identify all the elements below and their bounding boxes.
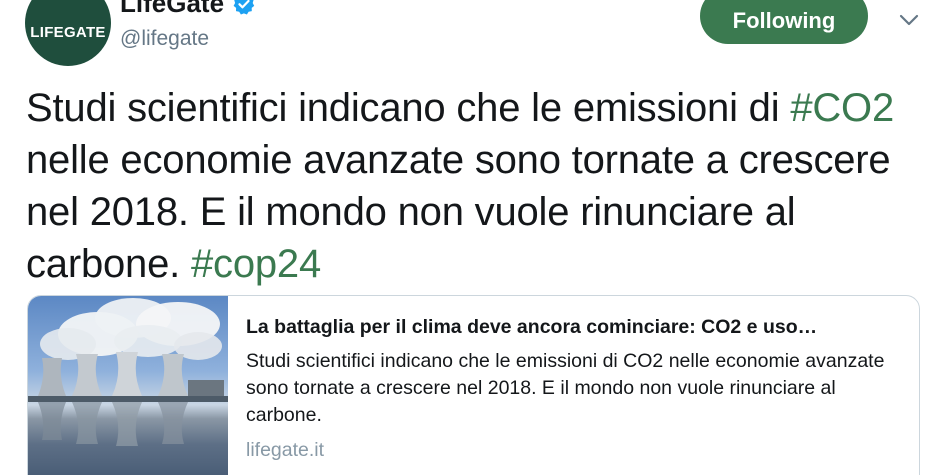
tweet-text-segment: nelle economie avanzate sono tornate a c… (26, 138, 891, 286)
display-name[interactable]: LifeGate (120, 0, 224, 19)
power-plant-cooling-towers-picture (28, 298, 228, 446)
tweet-text-segment: Studi scientifici indicano che le emissi… (26, 86, 791, 130)
following-button[interactable]: Following (700, 0, 868, 44)
tweet-container: LIFEGATE LifeGate @lifegate Following St… (0, 0, 950, 475)
tweet-text: Studi scientifici indicano che le emissi… (26, 82, 926, 290)
card-title: La battaglia per il clima deve ancora co… (246, 316, 818, 338)
author-name-row: LifeGate (120, 0, 256, 19)
chevron-down-icon[interactable] (898, 12, 920, 28)
hashtag-co2-link[interactable]: #CO2 (790, 86, 894, 130)
link-preview-card[interactable]: La battaglia per il clima deve ancora co… (27, 295, 920, 475)
avatar[interactable]: LIFEGATE (25, 0, 111, 66)
avatar-logo-text: LIFEGATE (30, 23, 106, 41)
user-handle[interactable]: @lifegate (120, 27, 209, 51)
verified-badge-icon (233, 0, 255, 14)
card-body: La battaglia per il clima deve ancora co… (228, 296, 919, 475)
card-description: Studi scientifici indicano che le emissi… (246, 350, 885, 426)
hashtag-cop24-link[interactable]: #cop24 (191, 242, 321, 286)
card-domain: lifegate.it (246, 439, 325, 461)
card-thumbnail-image (28, 296, 228, 475)
